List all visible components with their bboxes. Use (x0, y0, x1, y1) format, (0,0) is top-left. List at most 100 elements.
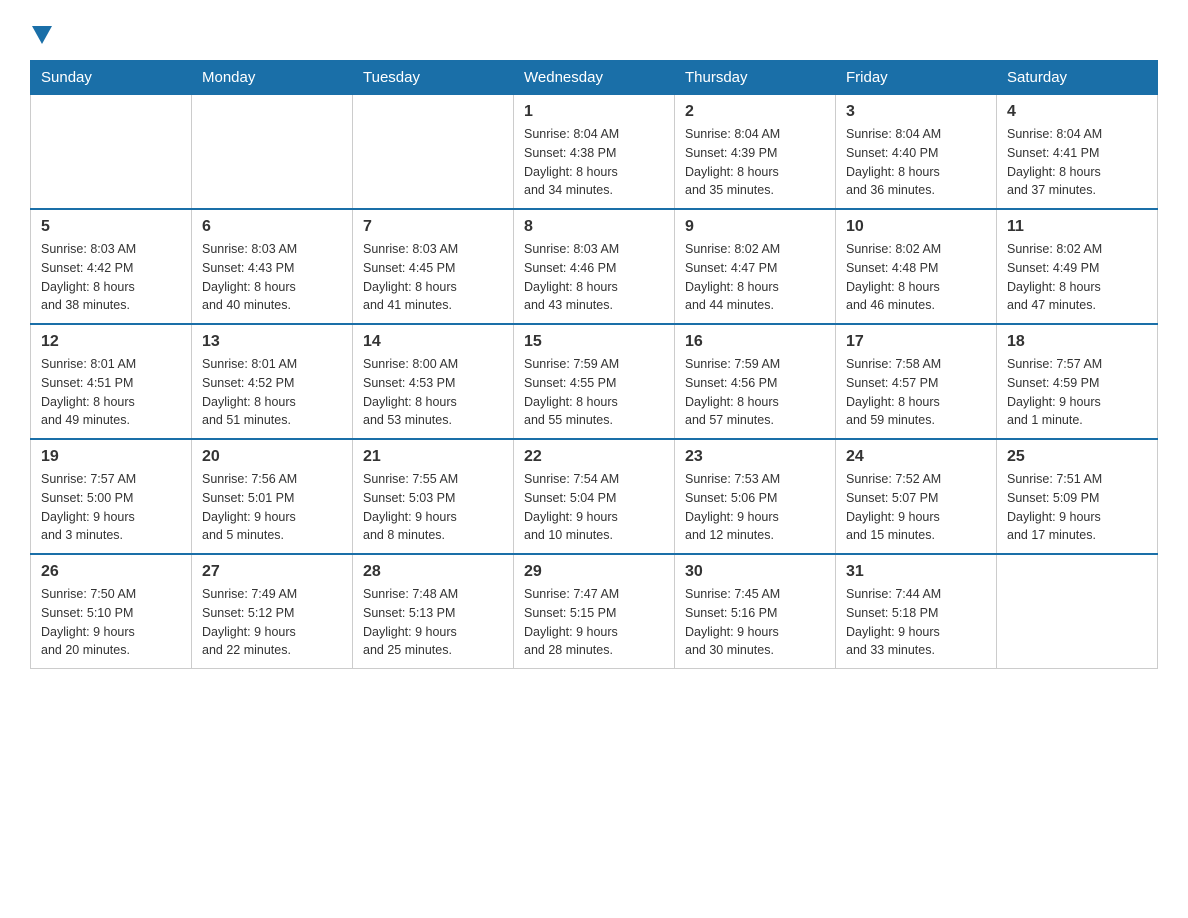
day-number: 23 (685, 448, 825, 466)
day-info: Sunrise: 7:54 AM Sunset: 5:04 PM Dayligh… (524, 470, 664, 545)
calendar-cell: 12 Sunrise: 8:01 AM Sunset: 4:51 PM Dayli… (31, 324, 192, 439)
day-info: Sunrise: 8:04 AM Sunset: 4:39 PM Dayligh… (685, 125, 825, 200)
day-number: 31 (846, 563, 986, 581)
calendar-cell: 4 Sunrise: 8:04 AM Sunset: 4:41 PM Daylig… (997, 95, 1158, 210)
day-info: Sunrise: 7:44 AM Sunset: 5:18 PM Dayligh… (846, 585, 986, 660)
calendar-cell: 31 Sunrise: 7:44 AM Sunset: 5:18 PM Dayli… (836, 554, 997, 669)
day-number: 9 (685, 218, 825, 236)
day-info: Sunrise: 7:47 AM Sunset: 5:15 PM Dayligh… (524, 585, 664, 660)
day-info: Sunrise: 8:02 AM Sunset: 4:47 PM Dayligh… (685, 240, 825, 315)
day-number: 18 (1007, 333, 1147, 351)
calendar-cell: 21 Sunrise: 7:55 AM Sunset: 5:03 PM Dayli… (353, 439, 514, 554)
day-info: Sunrise: 8:01 AM Sunset: 4:51 PM Dayligh… (41, 355, 181, 430)
day-number: 12 (41, 333, 181, 351)
calendar-cell: 10 Sunrise: 8:02 AM Sunset: 4:48 PM Dayli… (836, 209, 997, 324)
calendar-cell (997, 554, 1158, 669)
day-number: 10 (846, 218, 986, 236)
calendar-cell: 13 Sunrise: 8:01 AM Sunset: 4:52 PM Dayli… (192, 324, 353, 439)
calendar-cell: 16 Sunrise: 7:59 AM Sunset: 4:56 PM Dayli… (675, 324, 836, 439)
day-number: 2 (685, 103, 825, 121)
calendar-week-row: 5 Sunrise: 8:03 AM Sunset: 4:42 PM Daylig… (31, 209, 1158, 324)
day-number: 15 (524, 333, 664, 351)
day-info: Sunrise: 8:03 AM Sunset: 4:43 PM Dayligh… (202, 240, 342, 315)
day-info: Sunrise: 7:51 AM Sunset: 5:09 PM Dayligh… (1007, 470, 1147, 545)
day-info: Sunrise: 7:59 AM Sunset: 4:55 PM Dayligh… (524, 355, 664, 430)
day-number: 27 (202, 563, 342, 581)
calendar-cell (192, 95, 353, 210)
day-number: 14 (363, 333, 503, 351)
day-number: 5 (41, 218, 181, 236)
calendar-cell: 3Sunrise: 8:04 AM Sunset: 4:40 PM Daylig… (836, 95, 997, 210)
day-info: Sunrise: 7:49 AM Sunset: 5:12 PM Dayligh… (202, 585, 342, 660)
calendar-cell: 20 Sunrise: 7:56 AM Sunset: 5:01 PM Dayli… (192, 439, 353, 554)
weekday-header-wednesday: Wednesday (514, 61, 675, 95)
page-header (30, 20, 1158, 44)
day-info: Sunrise: 8:03 AM Sunset: 4:45 PM Dayligh… (363, 240, 503, 315)
calendar-week-row: 19 Sunrise: 7:57 AM Sunset: 5:00 PM Dayli… (31, 439, 1158, 554)
day-info: Sunrise: 8:04 AM Sunset: 4:41 PM Dayligh… (1007, 125, 1147, 200)
day-info: Sunrise: 7:56 AM Sunset: 5:01 PM Dayligh… (202, 470, 342, 545)
calendar-cell: 7Sunrise: 8:03 AM Sunset: 4:45 PM Daylig… (353, 209, 514, 324)
calendar-cell: 15 Sunrise: 7:59 AM Sunset: 4:55 PM Dayli… (514, 324, 675, 439)
calendar-cell: 19 Sunrise: 7:57 AM Sunset: 5:00 PM Dayli… (31, 439, 192, 554)
weekday-header-monday: Monday (192, 61, 353, 95)
calendar-cell: 28 Sunrise: 7:48 AM Sunset: 5:13 PM Dayli… (353, 554, 514, 669)
day-number: 29 (524, 563, 664, 581)
day-info: Sunrise: 7:57 AM Sunset: 4:59 PM Dayligh… (1007, 355, 1147, 430)
day-info: Sunrise: 8:00 AM Sunset: 4:53 PM Dayligh… (363, 355, 503, 430)
calendar-cell: 9 Sunrise: 8:02 AM Sunset: 4:47 PM Daylig… (675, 209, 836, 324)
calendar-cell: 30 Sunrise: 7:45 AM Sunset: 5:16 PM Dayli… (675, 554, 836, 669)
day-info: Sunrise: 7:55 AM Sunset: 5:03 PM Dayligh… (363, 470, 503, 545)
day-number: 30 (685, 563, 825, 581)
weekday-header-tuesday: Tuesday (353, 61, 514, 95)
day-info: Sunrise: 8:03 AM Sunset: 4:42 PM Dayligh… (41, 240, 181, 315)
day-number: 28 (363, 563, 503, 581)
day-number: 8 (524, 218, 664, 236)
logo (30, 20, 52, 44)
calendar-cell: 5 Sunrise: 8:03 AM Sunset: 4:42 PM Daylig… (31, 209, 192, 324)
day-info: Sunrise: 8:04 AM Sunset: 4:38 PM Dayligh… (524, 125, 664, 200)
day-number: 24 (846, 448, 986, 466)
calendar-cell: 29 Sunrise: 7:47 AM Sunset: 5:15 PM Dayli… (514, 554, 675, 669)
calendar-cell: 11Sunrise: 8:02 AM Sunset: 4:49 PM Dayli… (997, 209, 1158, 324)
day-number: 13 (202, 333, 342, 351)
day-number: 25 (1007, 448, 1147, 466)
day-number: 4 (1007, 103, 1147, 121)
calendar-cell: 17Sunrise: 7:58 AM Sunset: 4:57 PM Dayli… (836, 324, 997, 439)
day-info: Sunrise: 7:52 AM Sunset: 5:07 PM Dayligh… (846, 470, 986, 545)
day-number: 16 (685, 333, 825, 351)
calendar-cell (353, 95, 514, 210)
day-info: Sunrise: 8:02 AM Sunset: 4:48 PM Dayligh… (846, 240, 986, 315)
day-info: Sunrise: 7:45 AM Sunset: 5:16 PM Dayligh… (685, 585, 825, 660)
day-number: 3 (846, 103, 986, 121)
day-info: Sunrise: 8:03 AM Sunset: 4:46 PM Dayligh… (524, 240, 664, 315)
day-info: Sunrise: 7:58 AM Sunset: 4:57 PM Dayligh… (846, 355, 986, 430)
day-info: Sunrise: 7:57 AM Sunset: 5:00 PM Dayligh… (41, 470, 181, 545)
logo-triangle-icon (32, 26, 52, 44)
calendar-cell: 18 Sunrise: 7:57 AM Sunset: 4:59 PM Dayli… (997, 324, 1158, 439)
calendar-cell: 14 Sunrise: 8:00 AM Sunset: 4:53 PM Dayli… (353, 324, 514, 439)
day-number: 1 (524, 103, 664, 121)
calendar-cell: 2 Sunrise: 8:04 AM Sunset: 4:39 PM Daylig… (675, 95, 836, 210)
calendar-cell: 26Sunrise: 7:50 AM Sunset: 5:10 PM Dayli… (31, 554, 192, 669)
calendar-cell: 23Sunrise: 7:53 AM Sunset: 5:06 PM Dayli… (675, 439, 836, 554)
day-number: 11 (1007, 218, 1147, 236)
weekday-header-sunday: Sunday (31, 61, 192, 95)
calendar-week-row: 12 Sunrise: 8:01 AM Sunset: 4:51 PM Dayli… (31, 324, 1158, 439)
day-number: 21 (363, 448, 503, 466)
weekday-header-row: SundayMondayTuesdayWednesdayThursdayFrid… (31, 61, 1158, 95)
calendar-week-row: 26Sunrise: 7:50 AM Sunset: 5:10 PM Dayli… (31, 554, 1158, 669)
weekday-header-saturday: Saturday (997, 61, 1158, 95)
calendar-table: SundayMondayTuesdayWednesdayThursdayFrid… (30, 60, 1158, 669)
weekday-header-friday: Friday (836, 61, 997, 95)
day-number: 22 (524, 448, 664, 466)
day-info: Sunrise: 8:01 AM Sunset: 4:52 PM Dayligh… (202, 355, 342, 430)
day-info: Sunrise: 7:59 AM Sunset: 4:56 PM Dayligh… (685, 355, 825, 430)
day-number: 20 (202, 448, 342, 466)
day-info: Sunrise: 7:48 AM Sunset: 5:13 PM Dayligh… (363, 585, 503, 660)
day-number: 19 (41, 448, 181, 466)
calendar-week-row: 1 Sunrise: 8:04 AM Sunset: 4:38 PM Daylig… (31, 95, 1158, 210)
calendar-cell: 8 Sunrise: 8:03 AM Sunset: 4:46 PM Daylig… (514, 209, 675, 324)
day-info: Sunrise: 7:50 AM Sunset: 5:10 PM Dayligh… (41, 585, 181, 660)
calendar-cell: 25 Sunrise: 7:51 AM Sunset: 5:09 PM Dayli… (997, 439, 1158, 554)
